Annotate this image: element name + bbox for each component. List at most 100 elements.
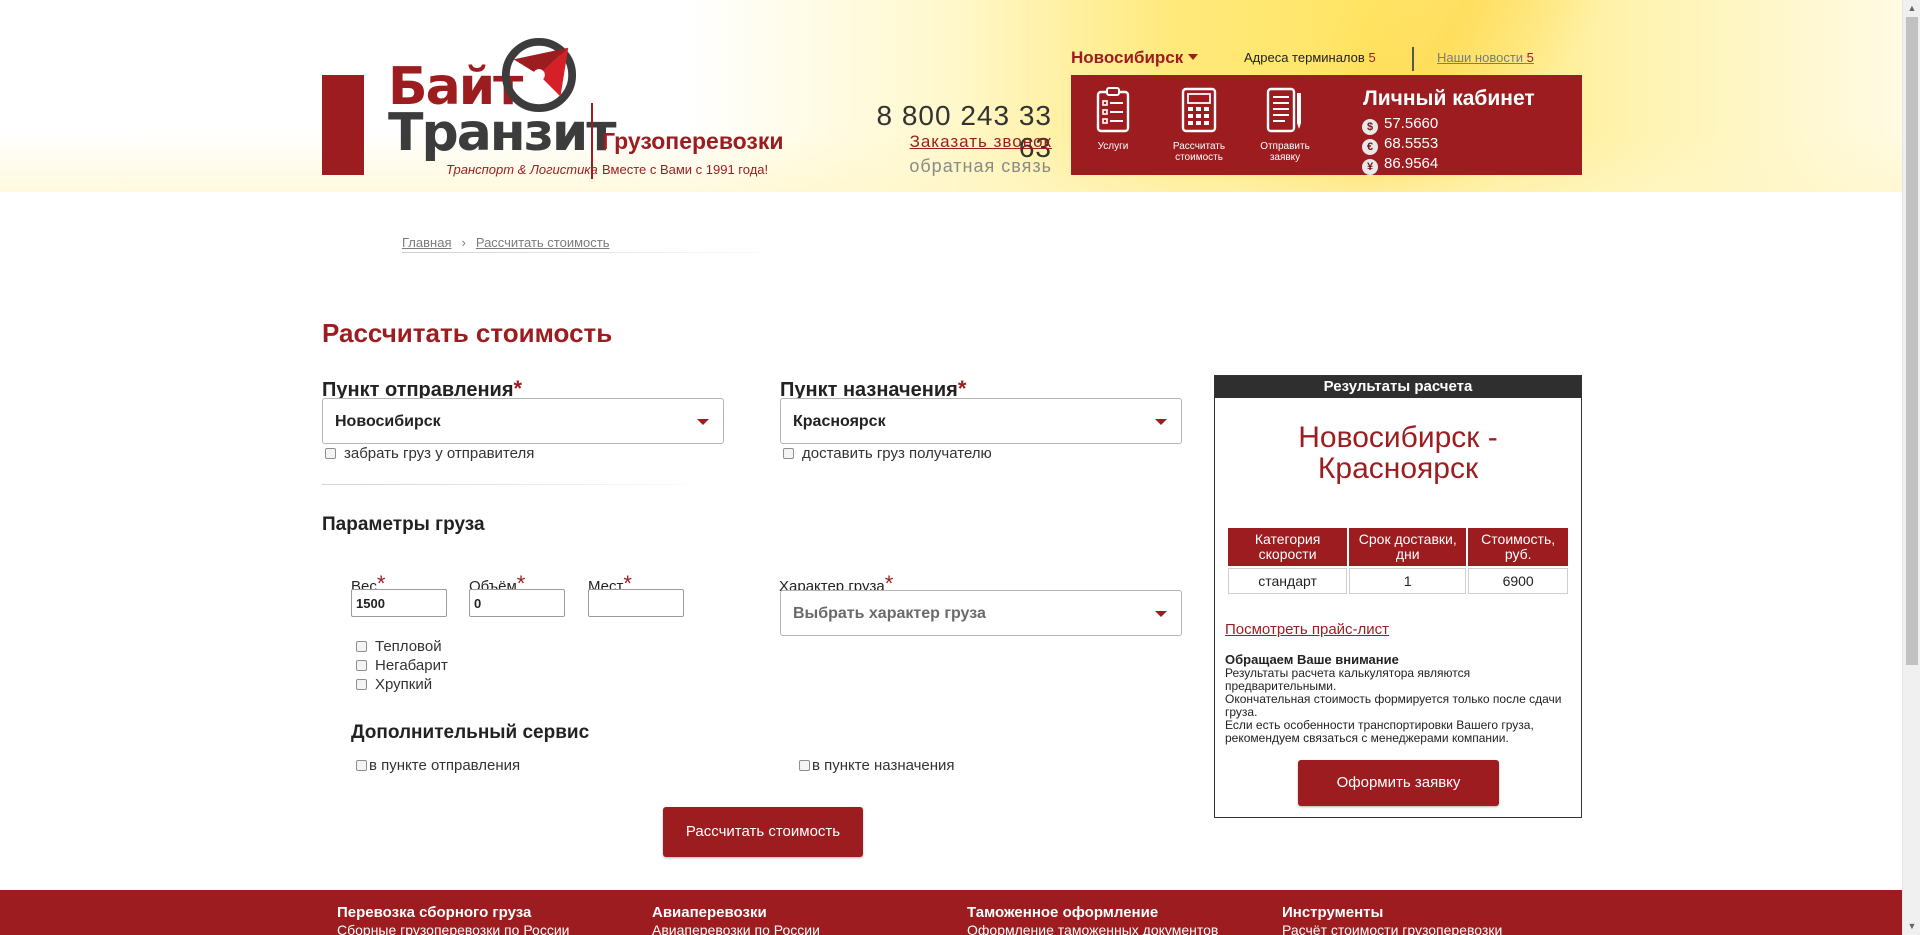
calculate-label: Рассчитать стоимость (1172, 141, 1226, 163)
notice-line: Результаты расчета калькулятора являются… (1225, 666, 1471, 693)
page-title: Рассчитать стоимость (322, 318, 613, 348)
checkbox-box[interactable] (325, 448, 336, 459)
fragile-checkbox[interactable]: Хрупкий (356, 676, 432, 693)
yuan-coin-icon: ¥ (1362, 159, 1378, 175)
dropdown-arrow-icon (1155, 419, 1167, 425)
footer-title: Таможенное оформление (967, 904, 1159, 921)
results-title: Результаты расчета (1215, 376, 1581, 398)
caret-down-icon (1188, 54, 1199, 60)
notice-line: Если есть особенности транспортировки Ва… (1225, 718, 1534, 745)
breadcrumb-current[interactable]: Рассчитать стоимость (476, 235, 610, 250)
send-request-button[interactable]: Отправить заявку (1245, 87, 1325, 163)
footer-column: Инструменты Расчёт стоимости грузоперево… (1282, 904, 1502, 935)
city-selector[interactable]: Новосибирск (1071, 48, 1199, 68)
extra-origin-checkbox[interactable]: в пункте отправления (356, 757, 520, 774)
personal-cabinet-link[interactable]: Личный кабинет (1363, 87, 1535, 111)
thermal-label: Тепловой (375, 638, 442, 655)
deliver-to-recipient-label: доставить груз получателю (802, 445, 992, 462)
places-input[interactable] (588, 589, 684, 617)
pricelist-link[interactable]: Посмотреть прайс-лист (1225, 621, 1389, 638)
checkbox-box[interactable] (356, 660, 367, 671)
quick-actions-panel: Услуги Рассчитать стоимость Отправить за… (1071, 75, 1582, 175)
origin-select[interactable]: Новосибирск (322, 398, 724, 444)
checkbox-box[interactable] (356, 679, 367, 690)
destination-select-value: Красноярск (793, 413, 886, 430)
extra-origin-label: в пункте отправления (369, 757, 521, 774)
scrollbar-thumb[interactable] (1906, 17, 1918, 665)
euro-coin-icon: € (1362, 139, 1378, 155)
services-button[interactable]: Услуги (1073, 87, 1153, 152)
oversized-checkbox[interactable]: Негабарит (356, 657, 448, 674)
footer-column: Таможенное оформление Оформление таможен… (967, 904, 1218, 935)
order-call-link[interactable]: Заказать звонок (848, 132, 1052, 152)
breadcrumb-underline (402, 252, 792, 253)
oversized-label: Негабарит (375, 657, 448, 674)
rate-cny-value: 86.9564 (1384, 155, 1439, 172)
calculate-button[interactable]: Рассчитать стоимость (1159, 87, 1239, 163)
volume-input[interactable]: 0 (469, 589, 565, 617)
rate-usd: $57.5660 (1362, 115, 1438, 135)
dropdown-arrow-icon (1155, 611, 1167, 617)
section-divider (322, 484, 722, 485)
column-header: Срок доставки, дни (1349, 528, 1467, 566)
checkbox-box[interactable] (356, 760, 367, 771)
clipboard-checklist-icon (1096, 87, 1130, 133)
pickup-from-sender-checkbox[interactable]: забрать груз у отправителя (325, 445, 534, 462)
checkbox-box[interactable] (356, 641, 367, 652)
notice-line: Окончательная стоимость формируется толь… (1225, 692, 1562, 719)
cargo-type-select[interactable]: Выбрать характер груза (780, 590, 1182, 636)
fragile-label: Хрупкий (375, 676, 433, 693)
checkbox-box[interactable] (799, 760, 810, 771)
deliver-to-recipient-checkbox[interactable]: доставить груз получателю (783, 445, 992, 462)
feedback-link[interactable]: обратная связь (848, 156, 1052, 177)
footer-link[interactable]: Сборные грузоперевозки по России (337, 922, 569, 935)
breadcrumb-home[interactable]: Главная (402, 235, 451, 250)
table-cell: 6900 (1468, 568, 1568, 594)
calculate-cost-button[interactable]: Рассчитать стоимость (663, 807, 863, 857)
rate-usd-value: 57.5660 (1384, 115, 1439, 132)
scroll-down-arrow-icon[interactable]: ▼ (1903, 918, 1920, 935)
column-header: Категория скорости (1228, 528, 1348, 566)
page: Байт Транзит Транспорт & Логистика Грузо… (0, 0, 1920, 935)
results-table-header: Категория скорости Срок доставки, дни Ст… (1228, 528, 1568, 566)
city-name: Новосибирск (1071, 48, 1184, 67)
notice-title: Обращаем Ваше внимание (1225, 652, 1399, 667)
extra-service-title: Дополнительный сервис (351, 722, 590, 743)
dropdown-arrow-icon (697, 419, 709, 425)
breadcrumb-separator: › (461, 235, 466, 250)
cargo-type-placeholder: Выбрать характер груза (793, 605, 986, 622)
scroll-up-arrow-icon[interactable]: ▲ (1903, 0, 1920, 17)
checkbox-box[interactable] (783, 448, 794, 459)
terminals-count: 5 (1368, 50, 1376, 65)
logo-slogan: Вместе с Вами с 1991 года! (602, 162, 769, 177)
origin-select-value: Новосибирск (335, 413, 441, 430)
vertical-scrollbar[interactable]: ▲ ▼ (1902, 0, 1920, 935)
extra-destination-checkbox[interactable]: в пункте назначения (799, 757, 955, 774)
pickup-from-sender-label: забрать груз у отправителя (344, 445, 535, 462)
extra-destination-label: в пункте назначения (812, 757, 955, 774)
logo-cargo-label: Грузоперевозки (602, 128, 784, 154)
terminals-link[interactable]: Адреса терминалов 5 (1244, 50, 1376, 65)
breadcrumb: Главная › Рассчитать стоимость (402, 235, 609, 250)
send-request-label: Отправить заявку (1260, 141, 1310, 163)
news-label: Наши новости (1437, 50, 1524, 65)
footer-link[interactable]: Расчёт стоимости грузоперевозки (1282, 922, 1502, 935)
place-order-button[interactable]: Оформить заявку (1298, 760, 1499, 806)
results-panel: Результаты расчета Новосибирск - Красноя… (1214, 375, 1582, 818)
rate-cny: ¥86.9564 (1362, 155, 1438, 175)
footer-link[interactable]: Авиаперевозки по России (652, 922, 820, 935)
table-cell: стандарт (1228, 568, 1348, 594)
logo-line2: Транзит (388, 103, 616, 163)
logo-divider (591, 103, 593, 179)
logo-red-bar (322, 75, 364, 175)
results-notice: Обращаем Ваше внимание Результаты расчет… (1225, 653, 1575, 745)
destination-select[interactable]: Красноярск (780, 398, 1182, 444)
footer-link[interactable]: Оформление таможенных документов (967, 922, 1218, 935)
terminals-label: Адреса терминалов (1244, 50, 1365, 65)
news-link[interactable]: Наши новости 5 (1437, 50, 1534, 65)
footer-column: Авиаперевозки Авиаперевозки по России (652, 904, 820, 935)
column-header: Стоимость, руб. (1468, 528, 1568, 566)
news-count: 5 (1526, 50, 1534, 65)
thermal-checkbox[interactable]: Тепловой (356, 638, 442, 655)
weight-input[interactable]: 1500 (351, 589, 447, 617)
